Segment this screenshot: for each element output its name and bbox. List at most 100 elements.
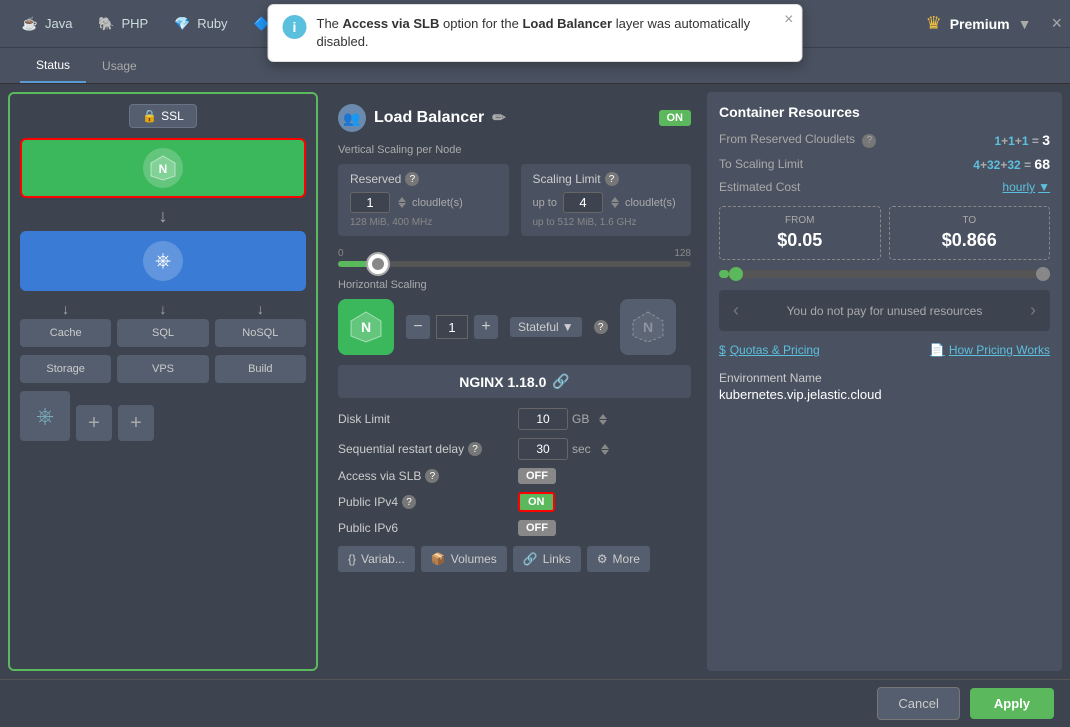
k8s-bottom-icon[interactable]: ⎈ [20,391,70,441]
disk-spinner[interactable] [599,414,607,425]
premium-dropdown[interactable]: ♛ Premium ▼ [914,9,1044,38]
reserved-title: Reserved ? [350,172,497,186]
variables-icon: {} [348,552,356,566]
tab-ruby[interactable]: 💎 Ruby [160,8,239,40]
node-row-2: Storage VPS Build [20,355,306,383]
seq-restart-input[interactable] [518,438,568,460]
env-name-section: Environment Name kubernetes.vip.jelastic… [719,371,1050,402]
arrow-next-icon[interactable]: › [1030,300,1036,321]
tab-php-label: PHP [121,16,148,31]
more-button[interactable]: ⚙ More [587,546,650,572]
estimated-cost-row: Estimated Cost hourly ▼ [719,180,1050,194]
estimated-cost-label: Estimated Cost [719,180,800,194]
access-slb-help-icon[interactable]: ? [425,469,439,483]
counter-decrement[interactable]: − [406,315,430,339]
reserved-box: Reserved ? cloudlet(s) 128 MiB, 400 MHz [338,164,509,236]
access-slb-label: Access via SLB ? [338,469,518,483]
seq-spinner[interactable] [601,444,609,455]
price-slider-thumb[interactable] [729,267,743,281]
add-button-1[interactable]: + [76,405,112,441]
access-slb-toggle[interactable]: OFF [518,468,556,484]
ipv6-toggle[interactable]: OFF [518,520,556,536]
links-button[interactable]: 🔗 Links [513,546,581,572]
from-reserved-value: 1+1+1 = 3 [994,132,1050,148]
scaling-limit-input[interactable] [563,192,603,213]
stateful-help-icon[interactable]: ? [594,320,608,334]
tab-php[interactable]: 🐘 PHP [84,8,160,40]
tab-java[interactable]: ☕ Java [8,8,84,40]
scaling-limit-help-icon[interactable]: ? [605,172,619,186]
scaling-spinner[interactable] [611,197,619,208]
from-help-icon[interactable]: ? [862,134,876,148]
variables-button[interactable]: {} Variab... [338,546,415,572]
bottom-row: ⎈ + + [20,391,306,441]
seq-help-icon[interactable]: ? [468,442,482,456]
disk-limit-input[interactable] [518,408,568,430]
how-pricing-works-link[interactable]: 📄 How Pricing Works [930,343,1050,357]
sub-tab-usage[interactable]: Usage [86,48,153,83]
close-button[interactable]: × [1051,13,1062,34]
to-scaling-label: To Scaling Limit [719,157,803,171]
edit-icon[interactable]: ✏ [492,108,505,128]
price-slider-thumb-end [1036,267,1050,281]
volumes-button[interactable]: 📦 Volumes [421,546,507,572]
chevron-down-icon[interactable]: ▼ [1018,16,1032,32]
access-slb-row: Access via SLB ? OFF [338,468,691,484]
arrow-down-1: ↓ [20,206,306,227]
left-panel: 🔒 SSL N ↓ ⎈ ↓ Cache ↓ SQL [8,92,318,671]
stateful-dropdown[interactable]: Stateful ▼ [510,317,582,337]
apply-button[interactable]: Apply [970,688,1054,719]
slider-thumb[interactable] [366,252,390,276]
notification-text: The Access via SLB option for the Load B… [317,15,788,51]
build-node[interactable]: Build [215,355,306,383]
cache-node[interactable]: Cache [20,319,111,347]
from-reserved-row: From Reserved Cloudlets ? 1+1+1 = 3 [719,132,1050,148]
volumes-icon: 📦 [431,552,446,566]
volumes-label: Volumes [451,552,497,566]
middle-panel: 👥 Load Balancer ✏ ON Vertical Scaling pe… [326,92,703,671]
vps-node[interactable]: VPS [117,355,208,383]
tab-ruby-label: Ruby [197,16,227,31]
chain-icon: 🔗 [552,373,569,390]
to-price-box: TO $0.866 [889,206,1051,260]
nosql-node[interactable]: NoSQL [215,319,306,347]
nginx-version-text: NGINX 1.18.0 [459,374,546,390]
quotas-pricing-link[interactable]: $ Quotas & Pricing [719,343,820,357]
add-button-2[interactable]: + [118,405,154,441]
ipv4-help-icon[interactable]: ? [402,495,416,509]
to-scaling-row: To Scaling Limit 4+32+32 = 68 [719,156,1050,172]
reserved-cloudlets-input[interactable] [350,192,390,213]
unused-resources-text: You do not pay for unused resources [787,304,983,318]
lb-toggle[interactable]: ON [659,110,692,126]
ipv6-row: Public IPv6 OFF [338,520,691,536]
slider-track [338,261,691,267]
reserved-spinner[interactable] [398,197,406,208]
storage-node[interactable]: Storage [20,355,111,383]
from-price-label: FROM [728,215,872,226]
reserved-help-icon[interactable]: ? [405,172,419,186]
arrow-prev-icon[interactable]: ‹ [733,300,739,321]
from-reserved-label: From Reserved Cloudlets ? [719,132,876,148]
price-slider-fill [719,270,729,278]
counter-increment[interactable]: + [474,315,498,339]
kubernetes-block[interactable]: ⎈ [20,231,306,291]
sql-node[interactable]: SQL [117,319,208,347]
reserved-info: 128 MiB, 400 MHz [350,217,497,228]
arrow-nosql: ↓ [257,301,264,317]
scaling-slider[interactable]: 0 128 [338,248,691,267]
disk-limit-label: Disk Limit [338,412,518,426]
seq-restart-value: sec [518,438,609,460]
env-name-label: Environment Name [719,371,1050,385]
ipv4-toggle[interactable]: ON [518,492,555,512]
ssl-button[interactable]: 🔒 SSL [129,104,197,128]
java-icon: ☕ [20,14,40,34]
hourly-select[interactable]: hourly ▼ [1002,180,1050,194]
cancel-button[interactable]: Cancel [877,687,959,720]
notification-close-icon[interactable]: × [784,11,793,29]
sub-tab-status[interactable]: Status [20,48,86,83]
bottom-bar: Cancel Apply [0,679,1070,727]
seq-restart-row: Sequential restart delay ? sec [338,438,691,460]
unused-resources-box: ‹ You do not pay for unused resources › [719,290,1050,331]
disk-unit: GB [572,412,589,426]
nginx-node-block[interactable]: N [20,138,306,198]
